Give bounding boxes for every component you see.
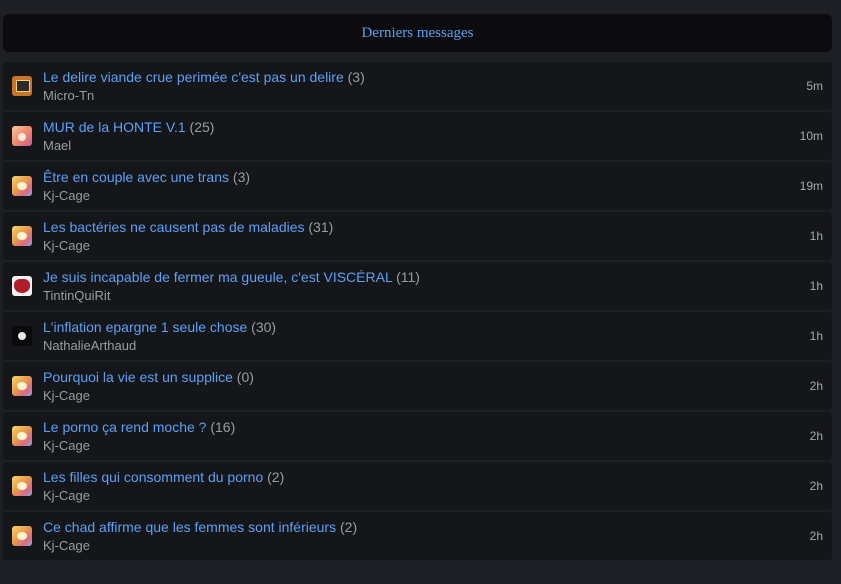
topic-author[interactable]: Mael bbox=[43, 137, 832, 154]
topic-row[interactable]: Être en couple avec une trans (3) Kj-Cag… bbox=[3, 162, 832, 210]
topic-time: 2h bbox=[809, 379, 823, 393]
topic-author[interactable]: Kj-Cage bbox=[43, 187, 832, 204]
topic-title-link[interactable]: Les filles qui consomment du porno bbox=[43, 469, 263, 485]
topic-title-link[interactable]: Le porno ça rend moche ? bbox=[43, 419, 206, 435]
topic-title-link[interactable]: Je suis incapable de fermer ma gueule, c… bbox=[43, 269, 392, 285]
anime-avatar-icon bbox=[12, 126, 32, 146]
topic-row[interactable]: Le delire viande crue perimée c'est pas … bbox=[3, 62, 832, 110]
topic-author[interactable]: Micro-Tn bbox=[43, 87, 832, 104]
topic-time: 1h bbox=[809, 279, 823, 293]
topic-row[interactable]: Pourquoi la vie est un supplice (0) Kj-C… bbox=[3, 362, 832, 410]
topic-time: 1h bbox=[809, 329, 823, 343]
cartoon-avatar-icon bbox=[12, 526, 32, 546]
panel-title: Derniers messages bbox=[361, 24, 474, 41]
topic-author[interactable]: Kj-Cage bbox=[43, 437, 832, 454]
cartoon-avatar-icon bbox=[12, 476, 32, 496]
topic-time: 10m bbox=[799, 129, 823, 143]
reply-count: (11) bbox=[396, 268, 420, 285]
topic-row[interactable]: L'inflation epargne 1 seule chose (30) N… bbox=[3, 312, 832, 360]
topic-time: 19m bbox=[799, 179, 823, 193]
reply-count: (0) bbox=[236, 368, 254, 385]
topic-author[interactable]: Kj-Cage bbox=[43, 487, 832, 504]
topic-row[interactable]: Les bactéries ne causent pas de maladies… bbox=[3, 212, 832, 260]
topic-title-link[interactable]: Ce chad affirme que les femmes sont infé… bbox=[43, 519, 336, 535]
reply-count: (3) bbox=[347, 68, 365, 85]
reply-count: (3) bbox=[232, 168, 251, 185]
topic-title-link[interactable]: MUR de la HONTE V.1 bbox=[43, 119, 186, 135]
reply-count: (2) bbox=[267, 468, 285, 485]
reply-count: (25) bbox=[189, 118, 215, 135]
topic-row[interactable]: Je suis incapable de fermer ma gueule, c… bbox=[3, 262, 832, 310]
latest-messages-header: Derniers messages bbox=[3, 14, 832, 52]
topic-author[interactable]: Kj-Cage bbox=[43, 387, 832, 404]
topic-time: 5m bbox=[806, 79, 823, 93]
reply-count: (2) bbox=[340, 518, 358, 535]
topic-title-link[interactable]: L'inflation epargne 1 seule chose bbox=[43, 319, 247, 335]
topic-row[interactable]: Les filles qui consomment du porno (2) K… bbox=[3, 462, 832, 510]
reply-count: (31) bbox=[308, 218, 334, 235]
red-avatar-icon bbox=[12, 276, 32, 296]
topic-title-link[interactable]: Pourquoi la vie est un supplice bbox=[43, 369, 233, 385]
reply-count: (16) bbox=[210, 418, 236, 435]
cartoon-avatar-icon bbox=[12, 226, 32, 246]
topic-author[interactable]: NathalieArthaud bbox=[43, 337, 832, 354]
topic-author[interactable]: Kj-Cage bbox=[43, 237, 832, 254]
reply-count: (30) bbox=[251, 318, 277, 335]
topic-row[interactable]: Le porno ça rend moche ? (16) Kj-Cage 2h bbox=[3, 412, 832, 460]
topic-time: 2h bbox=[809, 529, 823, 543]
topic-title-link[interactable]: Le delire viande crue perimée c'est pas … bbox=[43, 69, 344, 85]
dark-avatar-icon bbox=[12, 326, 32, 346]
device-avatar-icon bbox=[12, 76, 32, 96]
cartoon-avatar-icon bbox=[12, 176, 32, 196]
topic-title-link[interactable]: Les bactéries ne causent pas de maladies bbox=[43, 219, 305, 235]
cartoon-avatar-icon bbox=[12, 426, 32, 446]
topic-row[interactable]: MUR de la HONTE V.1 (25) Mael 10m bbox=[3, 112, 832, 160]
cartoon-avatar-icon bbox=[12, 376, 32, 396]
topic-time: 2h bbox=[809, 479, 823, 493]
topic-title-link[interactable]: Être en couple avec une trans bbox=[43, 169, 229, 185]
topic-list: Le delire viande crue perimée c'est pas … bbox=[3, 62, 832, 562]
topic-author[interactable]: TintinQuiRit bbox=[43, 287, 832, 304]
topic-time: 2h bbox=[809, 429, 823, 443]
topic-time: 1h bbox=[809, 229, 823, 243]
topic-author[interactable]: Kj-Cage bbox=[43, 537, 832, 554]
topic-row[interactable]: Ce chad affirme que les femmes sont infé… bbox=[3, 512, 832, 560]
